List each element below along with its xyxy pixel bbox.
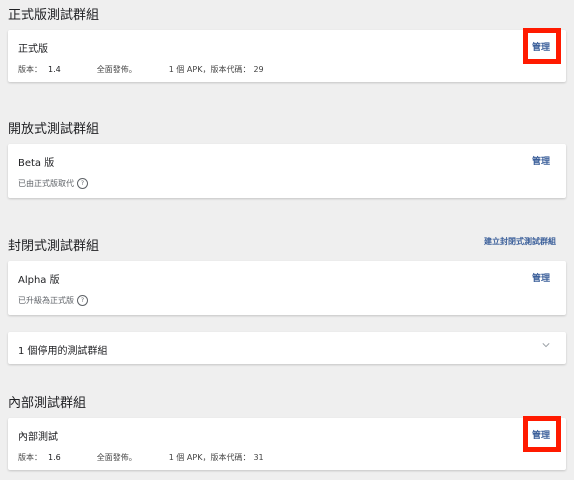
- inactive-tracks-expander[interactable]: 1 個停用的測試群組: [8, 332, 566, 364]
- production-release-meta: 版本： 1.4 全面發佈。 1 個 APK，版本代碼： 29: [18, 64, 264, 75]
- internal-track-title: 內部測試: [18, 432, 58, 443]
- beta-track-title: Beta 版: [18, 158, 55, 169]
- production-section-title: 正式版測試群組: [8, 8, 100, 23]
- beta-track-card: Beta 版 管理 已由正式版取代 ?: [8, 144, 566, 198]
- beta-status-text: 已由正式版取代: [18, 179, 74, 188]
- version-value: 1.4: [48, 65, 61, 74]
- apk-info: 1 個 APK，版本代碼：: [168, 65, 251, 74]
- inactive-tracks-label: 1 個停用的測試群組: [18, 346, 108, 357]
- help-circle-icon[interactable]: ?: [77, 295, 88, 306]
- beta-manage-link[interactable]: 管理: [532, 154, 550, 167]
- version-label: 版本：: [18, 65, 42, 74]
- create-closed-track-link[interactable]: 建立封閉式測試群組: [484, 236, 556, 247]
- production-track-card: 正式版 管理 版本： 1.4 全面發佈。 1 個 APK，版本代碼： 29: [8, 30, 566, 82]
- closed-testing-section-title: 封閉式測試群組: [8, 239, 100, 254]
- alpha-status-text: 已升級為正式版: [18, 296, 74, 305]
- highlight-box: [523, 28, 561, 64]
- chevron-down-icon[interactable]: [542, 341, 550, 349]
- alpha-manage-link[interactable]: 管理: [532, 271, 550, 284]
- internal-release-meta: 版本： 1.6 全面發佈。 1 個 APK，版本代碼： 31: [18, 452, 264, 463]
- production-track-title: 正式版: [18, 44, 48, 55]
- internal-track-card: 內部測試 管理 版本： 1.6 全面發佈。 1 個 APK，版本代碼： 31: [8, 418, 566, 470]
- apk-info: 1 個 APK，版本代碼：: [168, 453, 251, 462]
- open-testing-section-title: 開放式測試群組: [8, 122, 100, 137]
- help-circle-icon[interactable]: ?: [77, 178, 88, 189]
- alpha-status: 已升級為正式版 ?: [18, 295, 88, 306]
- internal-testing-section-title: 內部測試群組: [8, 396, 87, 411]
- beta-status: 已由正式版取代 ?: [18, 178, 88, 189]
- rollout-status: 全面發佈。: [96, 453, 137, 462]
- version-code: 31: [253, 453, 264, 462]
- version-value: 1.6: [48, 453, 61, 462]
- version-label: 版本：: [18, 453, 42, 462]
- alpha-track-title: Alpha 版: [18, 275, 60, 286]
- alpha-track-card: Alpha 版 管理 已升級為正式版 ?: [8, 261, 566, 315]
- highlight-box: [523, 416, 561, 452]
- rollout-status: 全面發佈。: [96, 65, 137, 74]
- version-code: 29: [253, 65, 264, 74]
